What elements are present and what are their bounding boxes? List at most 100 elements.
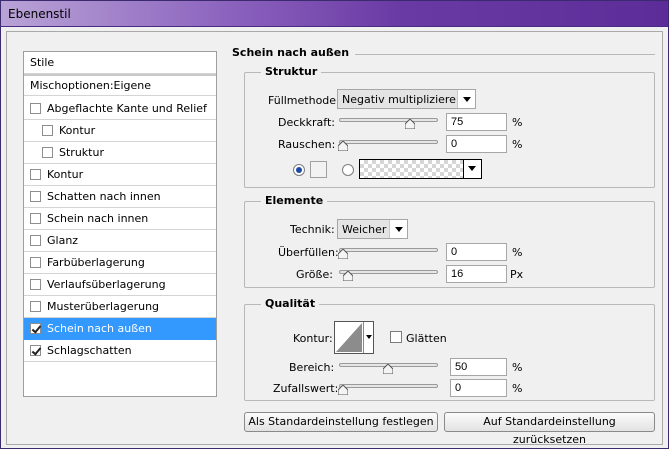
reset-default-button[interactable]: Auf Standardeinstellung zurücksetzen [444, 412, 655, 446]
style-item-checkbox[interactable] [42, 147, 53, 158]
spread-slider[interactable] [337, 245, 438, 259]
style-item[interactable]: Farbüberlagerung [24, 252, 216, 274]
jitter-slider-track [339, 384, 438, 388]
jitter-label: Zufallswert: [273, 382, 339, 395]
style-item-label: Schein nach innen [47, 212, 149, 225]
style-item-checkbox[interactable] [30, 213, 41, 224]
style-item-checkbox[interactable] [30, 191, 41, 202]
technique-dropdown[interactable]: Weicher [337, 219, 408, 239]
chevron-down-icon [363, 322, 373, 353]
blend-options-item[interactable]: Mischoptionen:Eigene [24, 74, 216, 96]
style-item-checkbox[interactable] [30, 323, 41, 334]
panel-title: Schein nach außen [232, 46, 350, 59]
range-slider-thumb[interactable] [382, 364, 393, 374]
style-item[interactable]: Kontur [24, 164, 216, 186]
size-slider-track [339, 270, 438, 274]
noise-unit: % [512, 138, 523, 151]
glow-color-swatch[interactable] [310, 161, 327, 178]
style-item-label: Farbüberlagerung [47, 256, 145, 269]
antialias-checkbox[interactable] [390, 331, 402, 343]
style-item-checkbox[interactable] [30, 169, 41, 180]
contour-label: Kontur: [293, 332, 333, 345]
chevron-down-icon [389, 220, 407, 238]
style-item-label: Abgeflachte Kante und Relief [47, 102, 207, 115]
style-item[interactable]: Kontur [24, 120, 216, 142]
size-slider-thumb[interactable] [343, 271, 354, 281]
styles-list-header[interactable]: Stile [24, 52, 216, 74]
blend-mode-dropdown[interactable]: Negativ multiplizieren [337, 89, 476, 109]
style-item-checkbox[interactable] [30, 235, 41, 246]
panel-title-rule [355, 54, 655, 55]
jitter-unit: % [512, 382, 523, 395]
range-unit: % [512, 361, 523, 374]
style-item-label: Kontur [59, 124, 96, 137]
dialog-client: Stile Mischoptionen:Eigene Abgeflachte K… [6, 31, 663, 446]
color-radio[interactable] [293, 164, 305, 176]
jitter-input[interactable] [450, 379, 507, 397]
noise-label: Rauschen: [278, 138, 336, 151]
technique-value: Weicher [342, 223, 387, 236]
structure-title: Struktur [261, 65, 322, 78]
style-item-checkbox[interactable] [30, 301, 41, 312]
jitter-slider-thumb[interactable] [337, 385, 348, 395]
style-item-checkbox[interactable] [30, 345, 41, 356]
range-label: Bereich: [289, 361, 335, 374]
glow-gradient-picker[interactable] [359, 159, 482, 179]
styles-header-label: Stile [30, 56, 55, 69]
opacity-input[interactable] [446, 113, 507, 131]
style-item-label: Glanz [47, 234, 79, 247]
window-title: Ebenenstil [8, 7, 71, 21]
style-item-label: Schlagschatten [47, 344, 132, 357]
layer-style-dialog: Ebenenstil Stile Mischoptionen:Eigene Ab… [0, 0, 669, 449]
opacity-unit: % [512, 116, 523, 129]
spread-slider-thumb[interactable] [337, 249, 348, 259]
noise-slider-track [339, 140, 438, 144]
opacity-slider[interactable] [339, 115, 438, 129]
elements-title: Elemente [261, 194, 328, 207]
style-item-label: Struktur [59, 146, 104, 159]
opacity-slider-track [339, 118, 438, 122]
opacity-slider-thumb[interactable] [404, 119, 415, 129]
range-input[interactable] [450, 358, 507, 376]
spread-label: Überfüllen: [278, 246, 339, 259]
style-item-label: Musterüberlagerung [47, 300, 160, 313]
blend-mode-label: Füllmethode: [268, 94, 340, 107]
style-item-label: Kontur [47, 168, 84, 181]
style-item-checkbox[interactable] [30, 279, 41, 290]
antialias-label: Glätten [406, 332, 447, 345]
chevron-down-icon [463, 160, 481, 178]
contour-linear-icon [336, 323, 362, 352]
contour-picker[interactable] [334, 321, 374, 354]
style-item[interactable]: Musterüberlagerung [24, 296, 216, 318]
style-item[interactable]: Schatten nach innen [24, 186, 216, 208]
style-item[interactable]: Verlaufsüberlagerung [24, 274, 216, 296]
style-item[interactable]: Schlagschatten [24, 340, 216, 362]
blend-options-label: Mischoptionen:Eigene [30, 79, 152, 92]
chevron-down-icon [457, 90, 475, 108]
size-input[interactable] [446, 265, 507, 283]
style-item[interactable]: Schein nach außen [24, 318, 216, 340]
style-item[interactable]: Abgeflachte Kante und Relief [24, 98, 216, 120]
make-default-button[interactable]: Als Standardeinstellung festlegen [244, 412, 438, 432]
style-item[interactable]: Schein nach innen [24, 208, 216, 230]
title-bar[interactable]: Ebenenstil [1, 1, 668, 27]
style-item-checkbox[interactable] [30, 103, 41, 114]
spread-slider-track [339, 248, 438, 252]
spread-input[interactable] [446, 243, 507, 261]
size-slider[interactable] [339, 267, 438, 281]
styles-list: Stile Mischoptionen:Eigene Abgeflachte K… [23, 51, 217, 397]
style-item-checkbox[interactable] [30, 257, 41, 268]
style-item-label: Schein nach außen [47, 322, 152, 335]
gradient-radio[interactable] [342, 164, 354, 176]
style-item[interactable]: Glanz [24, 230, 216, 252]
style-item-label: Schatten nach innen [47, 190, 161, 203]
noise-slider-thumb[interactable] [337, 141, 348, 151]
style-item[interactable]: Struktur [24, 142, 216, 164]
noise-input[interactable] [446, 135, 507, 153]
blend-mode-value: Negativ multiplizieren [342, 93, 463, 106]
jitter-slider[interactable] [337, 381, 438, 395]
range-slider[interactable] [339, 360, 438, 374]
style-item-checkbox[interactable] [42, 125, 53, 136]
noise-slider[interactable] [337, 137, 438, 151]
size-label: Größe: [296, 268, 333, 281]
